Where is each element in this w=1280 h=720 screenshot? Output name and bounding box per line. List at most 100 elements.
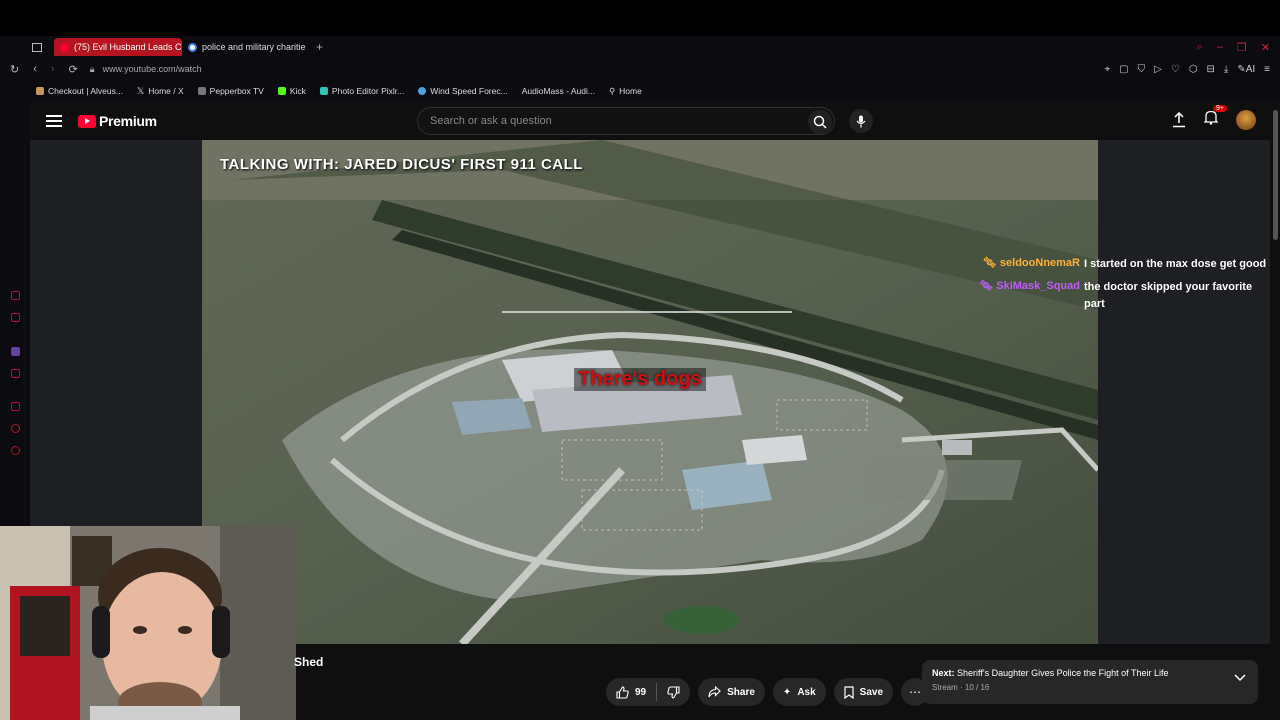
close-icon[interactable]: ✕	[1261, 41, 1270, 54]
shield-icon[interactable]: ⛉	[1138, 64, 1146, 75]
next-up-title-row: Next: Sheriff's Daughter Gives Police th…	[932, 668, 1248, 678]
dislike-button[interactable]	[657, 678, 690, 706]
youtube-masthead: Premium 9+	[30, 102, 1280, 240]
bookmark-item[interactable]: Photo Editor Pixlr...	[319, 86, 404, 96]
bookmark-item[interactable]: 𝕏 Home / X	[137, 86, 184, 97]
minimize-icon[interactable]: –	[1217, 41, 1223, 54]
stream-chat-overlay: 🍬︎ seldooNnemaR I started on the max dos…	[972, 256, 1272, 319]
bookmark-item[interactable]: AudioMass - Audi...	[522, 86, 595, 96]
snapshot-icon[interactable]: ▢	[1119, 64, 1128, 75]
address-bar: ↻ ‹ › ⟳ 🔒︎ www.youtube.com/watch ⌖ ▢ ⛉ ▷…	[0, 58, 1280, 80]
masthead-actions: 9+	[1172, 105, 1256, 130]
next-title: Sheriff's Daughter Gives Police the Figh…	[957, 668, 1169, 678]
url-text: www.youtube.com/watch	[102, 64, 202, 74]
tab-island-icon[interactable]	[32, 42, 42, 52]
notifications-button[interactable]: 9+	[1203, 105, 1227, 130]
avatar[interactable]	[1236, 110, 1256, 130]
bell-icon	[1203, 110, 1219, 125]
notification-count-badge: 9+	[1213, 105, 1227, 112]
chat-badge-icon: 🍬︎	[979, 280, 997, 292]
voice-search-button[interactable]	[849, 109, 873, 133]
page-scrollbar[interactable]	[1273, 110, 1278, 240]
video-player[interactable]: TALKING WITH: JARED DICUS' FIRST 911 CAL…	[202, 140, 1098, 644]
screen-top-margin	[0, 0, 1280, 36]
chat-username: 🍬︎ SkiMask_Squad	[979, 280, 1080, 292]
next-up-subtitle: Stream · 10 / 16	[932, 683, 990, 692]
tab-google[interactable]: police and military charitie	[182, 38, 310, 56]
search-button[interactable]	[808, 110, 832, 134]
share-icon	[708, 686, 721, 698]
pin-icon[interactable]: ⌖	[1105, 64, 1111, 75]
extensions-icon[interactable]: ⬡	[1189, 64, 1198, 75]
twitch-icon[interactable]	[11, 347, 20, 356]
streamer-webcam	[0, 526, 296, 720]
like-button[interactable]: 99	[606, 678, 656, 706]
lock-icon: 🔒︎	[89, 63, 95, 74]
youtube-logo-text: Premium	[99, 113, 157, 129]
google-favicon-icon	[188, 42, 197, 52]
ask-button[interactable]: ✦ Ask	[772, 678, 826, 706]
wind-logo-icon	[418, 87, 427, 95]
youtube-favicon-icon	[60, 42, 69, 52]
next-up-panel[interactable]: Next: Sheriff's Daughter Gives Police th…	[922, 660, 1258, 704]
sidebar-percent-icon[interactable]	[11, 369, 20, 378]
sidebar-pinboard-icon[interactable]	[11, 402, 20, 411]
bookmark-item[interactable]: Kick	[277, 86, 306, 96]
microphone-icon	[856, 115, 866, 127]
menu-icon[interactable]	[46, 115, 62, 127]
window-controls: ⌕ – ❐ ✕	[1197, 41, 1280, 54]
extension-icons: ⌖ ▢ ⛉ ▷ ♡ ⬡ ⊟ ⤓ ✎AI ≡	[1105, 64, 1280, 75]
reload-icon[interactable]: ↻	[10, 63, 19, 76]
save-button[interactable]: Save	[833, 678, 894, 706]
bookmark-icon	[844, 685, 854, 699]
restore-icon[interactable]: ❐	[1237, 41, 1247, 54]
back-icon[interactable]: ‹	[33, 63, 37, 75]
like-count: 99	[635, 686, 647, 698]
bookmark-item[interactable]: Checkout | Alveus...	[36, 86, 123, 96]
menu-icon[interactable]: ≡	[1264, 64, 1270, 75]
search-box	[417, 107, 835, 135]
ai-icon[interactable]: ✎AI	[1237, 64, 1255, 75]
sparkle-icon: ✦	[782, 686, 792, 698]
url-field[interactable]: 🔒︎ www.youtube.com/watch	[90, 64, 202, 75]
location-pin-icon: ⚲	[608, 85, 616, 96]
search-tabs-icon[interactable]: ⌕	[1197, 41, 1203, 54]
chat-text: I started on the max dose get good	[1084, 258, 1267, 270]
aerial-facility-image	[202, 140, 1098, 644]
refresh-icon[interactable]: ⟳	[69, 63, 78, 76]
tab-bar-left-icons	[0, 42, 54, 52]
forward-icon[interactable]: ›	[51, 63, 55, 75]
youtube-logo[interactable]: Premium	[78, 113, 157, 129]
chat-text: the doctor skipped your favorite part	[1084, 281, 1253, 310]
save-label: Save	[859, 686, 884, 698]
bookmark-favicon-icon	[36, 87, 44, 95]
tab-bar: (75) Evil Husband Leads Co police and mi…	[0, 36, 1280, 58]
settings-icon[interactable]	[11, 446, 20, 455]
chat-username: 🍬︎ seldooNnemaR	[982, 257, 1080, 269]
browser-sidebar	[0, 36, 30, 526]
sidebar-speed-dial-icon[interactable]	[11, 291, 20, 300]
chat-badge-icon: 🍬︎	[982, 257, 1000, 269]
x-logo-icon: 𝕏	[136, 85, 145, 96]
search-input[interactable]	[418, 115, 788, 127]
heart-icon[interactable]: ♡	[1171, 64, 1180, 75]
share-button[interactable]: Share	[698, 678, 765, 706]
bookmark-item[interactable]: Pepperbox TV	[197, 86, 264, 96]
bookmark-item[interactable]: Wind Speed Forec...	[418, 86, 508, 96]
kick-logo-icon	[277, 87, 286, 95]
play-icon[interactable]: ▷	[1154, 64, 1162, 75]
new-tab-icon[interactable]: +	[316, 40, 323, 54]
like-dislike-group: 99	[606, 678, 691, 706]
history-icon[interactable]	[11, 424, 20, 433]
wallet-icon[interactable]: ⊟	[1207, 64, 1215, 75]
video-actions: 99 Share ✦ Ask Save ⋯	[606, 678, 930, 706]
next-prefix: Next:	[932, 668, 955, 678]
upload-icon[interactable]	[1172, 112, 1186, 128]
bookmarks-bar: Checkout | Alveus... 𝕏 Home / X Pepperbox…	[0, 80, 1280, 102]
tab-title: police and military charitie	[202, 42, 306, 52]
tab-youtube[interactable]: (75) Evil Husband Leads Co	[54, 38, 182, 56]
chevron-down-icon[interactable]	[1234, 674, 1246, 682]
download-icon[interactable]: ⤓	[1224, 64, 1228, 75]
bookmark-item[interactable]: ⚲ Home	[609, 86, 642, 97]
sidebar-bag-icon[interactable]	[11, 313, 20, 322]
